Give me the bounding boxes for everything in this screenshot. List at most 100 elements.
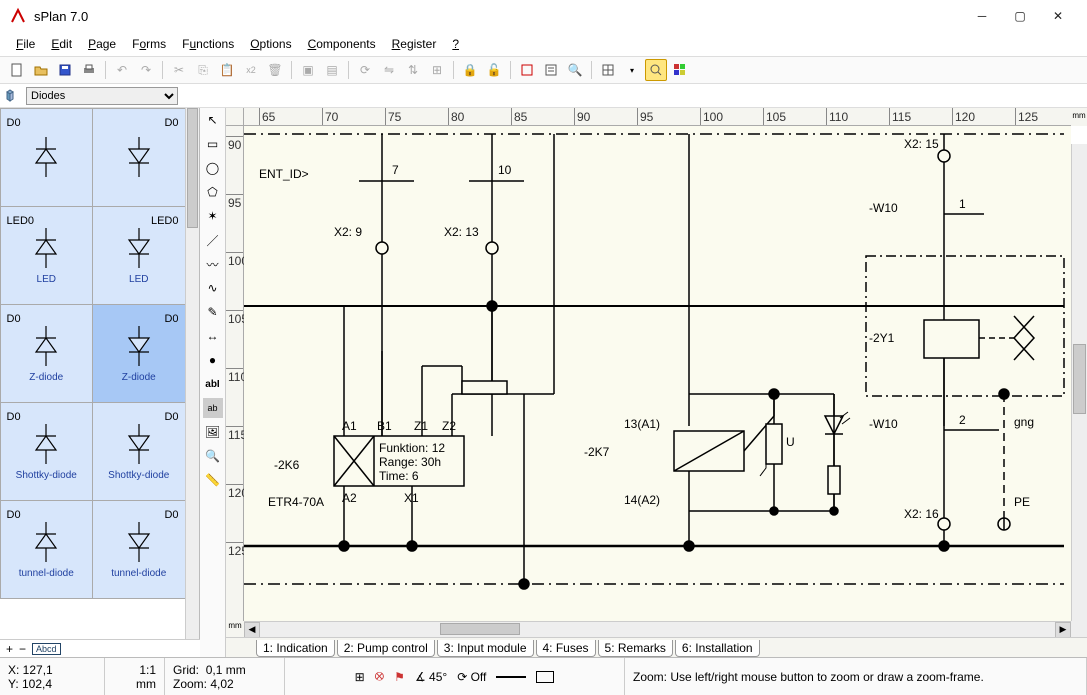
library-item-5[interactable]: D0Z-diode	[92, 304, 185, 403]
align-button[interactable]: ⊞	[426, 59, 448, 81]
angle-icon[interactable]: ∡ 45°	[415, 670, 447, 684]
polyline-tool[interactable]: 〰	[203, 254, 223, 274]
svg-text:-2K6: -2K6	[274, 458, 300, 472]
app-logo-icon	[10, 8, 26, 24]
library-item-3[interactable]: LED0LED	[92, 206, 185, 305]
textbox-tool[interactable]: ab	[203, 398, 223, 418]
grid-dropdown[interactable]: ▾	[621, 59, 643, 81]
menu-page[interactable]: Page	[82, 35, 122, 53]
fill-style[interactable]	[536, 671, 554, 683]
library-item-7[interactable]: D0Shottky-diode	[92, 402, 185, 501]
drawing-canvas[interactable]: ENT_ID> 7 10 X2: 9 X2: 13	[244, 126, 1071, 621]
delete-button[interactable]: 🗑	[264, 59, 286, 81]
menubar: File Edit Page Forms Functions Options C…	[0, 32, 1087, 56]
circle-tool[interactable]: ◯	[203, 158, 223, 178]
page-tab-4[interactable]: 5: Remarks	[598, 640, 673, 657]
menu-forms[interactable]: Forms	[126, 35, 172, 53]
library-category-select[interactable]: Diodes	[26, 87, 178, 105]
page-tab-1[interactable]: 2: Pump control	[337, 640, 435, 657]
library-item-8[interactable]: D0tunnel-diode	[0, 500, 93, 599]
lib-remove-button[interactable]: −	[19, 642, 26, 656]
color-button[interactable]	[669, 59, 691, 81]
mirror-v-button[interactable]: ⇅	[402, 59, 424, 81]
menu-options[interactable]: Options	[244, 35, 297, 53]
vertical-scrollbar[interactable]	[1071, 144, 1087, 621]
undo-button[interactable]: ↶	[111, 59, 133, 81]
pointer-tool[interactable]: ↖	[203, 110, 223, 130]
library-item-2[interactable]: LED0LED	[0, 206, 93, 305]
status-hint: Zoom: Use left/right mouse button to zoo…	[625, 658, 1087, 695]
lib-add-button[interactable]: +	[6, 642, 13, 656]
page-tab-3[interactable]: 4: Fuses	[536, 640, 596, 657]
copy-button[interactable]: ⎘	[192, 59, 214, 81]
lock-button[interactable]: 🔒	[459, 59, 481, 81]
rotate-button[interactable]: ⟳	[354, 59, 376, 81]
page-tab-5[interactable]: 6: Installation	[675, 640, 760, 657]
cut-button[interactable]: ✂	[168, 59, 190, 81]
paste-button[interactable]: 📋	[216, 59, 238, 81]
svg-text:X2: 15: X2: 15	[904, 137, 939, 151]
menu-edit[interactable]: Edit	[45, 35, 78, 53]
open-button[interactable]	[30, 59, 52, 81]
mirror-h-button[interactable]: ⇋	[378, 59, 400, 81]
zoom-fit-button[interactable]	[645, 59, 667, 81]
page-tab-0[interactable]: 1: Indication	[256, 640, 335, 657]
page-tab-2[interactable]: 3: Input module	[437, 640, 534, 657]
list-button[interactable]	[540, 59, 562, 81]
group-button[interactable]: ▣	[297, 59, 319, 81]
menu-components[interactable]: Components	[302, 35, 382, 53]
grid-icon[interactable]: ⊞	[355, 670, 365, 684]
redo-button[interactable]: ↷	[135, 59, 157, 81]
ruler-corner	[226, 108, 244, 126]
menu-register[interactable]: Register	[386, 35, 443, 53]
library-item-4[interactable]: D0Z-diode	[0, 304, 93, 403]
close-button[interactable]: ✕	[1039, 2, 1077, 30]
unlock-button[interactable]: 🔓	[483, 59, 505, 81]
library-item-6[interactable]: D0Shottky-diode	[0, 402, 93, 501]
library-scrollbar[interactable]	[185, 108, 199, 639]
svg-text:Z1: Z1	[414, 419, 428, 433]
print-button[interactable]	[78, 59, 100, 81]
duplicate-button[interactable]: x2	[240, 59, 262, 81]
library-item-0[interactable]: D0	[0, 108, 93, 207]
image-tool[interactable]: 🖼	[203, 422, 223, 442]
status-coords: X: 127,1Y: 102,4	[0, 658, 105, 695]
poly-tool[interactable]: ⬠	[203, 182, 223, 202]
menu-functions[interactable]: Functions	[176, 35, 240, 53]
library-footer: + − Abcd	[0, 639, 200, 657]
off-toggle[interactable]: ⟳ Off	[457, 670, 486, 684]
text-tool[interactable]: abI	[203, 374, 223, 394]
search-button[interactable]: 🔍	[564, 59, 586, 81]
menu-file[interactable]: File	[10, 35, 41, 53]
grid-button[interactable]	[597, 59, 619, 81]
svg-text:X2: 13: X2: 13	[444, 225, 479, 239]
save-button[interactable]	[54, 59, 76, 81]
lib-sort-button[interactable]: Abcd	[32, 643, 61, 655]
library-item-1[interactable]: D0	[92, 108, 185, 207]
svg-text:Funktion: 12: Funktion: 12	[379, 441, 445, 455]
maximize-button[interactable]: ▢	[1001, 2, 1039, 30]
zoom-tool[interactable]: 🔍	[203, 446, 223, 466]
special-tool[interactable]: ✶	[203, 206, 223, 226]
measure-tool[interactable]: 📏	[203, 470, 223, 490]
freehand-tool[interactable]: ✎	[203, 302, 223, 322]
scroll-right[interactable]: ▶	[1055, 622, 1071, 638]
library-item-9[interactable]: D0tunnel-diode	[92, 500, 185, 599]
minimize-button[interactable]: ─	[963, 2, 1001, 30]
horizontal-scrollbar[interactable]: ◀ ▶	[244, 621, 1071, 637]
scroll-left[interactable]: ◀	[244, 622, 260, 638]
line-tool[interactable]: ／	[203, 230, 223, 250]
menu-help[interactable]: ?	[446, 35, 465, 53]
ungroup-button[interactable]: ▤	[321, 59, 343, 81]
node-tool[interactable]: ●	[203, 350, 223, 370]
svg-text:1: 1	[959, 197, 966, 211]
magnet-icon[interactable]: ⭙	[375, 669, 385, 684]
flag-icon[interactable]: ⚑	[394, 670, 405, 684]
line-style[interactable]	[496, 676, 526, 678]
snap-button[interactable]	[516, 59, 538, 81]
new-button[interactable]	[6, 59, 28, 81]
dimension-tool[interactable]: ↔	[203, 326, 223, 346]
svg-text:7: 7	[392, 163, 399, 177]
bezier-tool[interactable]: ∿	[203, 278, 223, 298]
rect-tool[interactable]: ▭	[203, 134, 223, 154]
